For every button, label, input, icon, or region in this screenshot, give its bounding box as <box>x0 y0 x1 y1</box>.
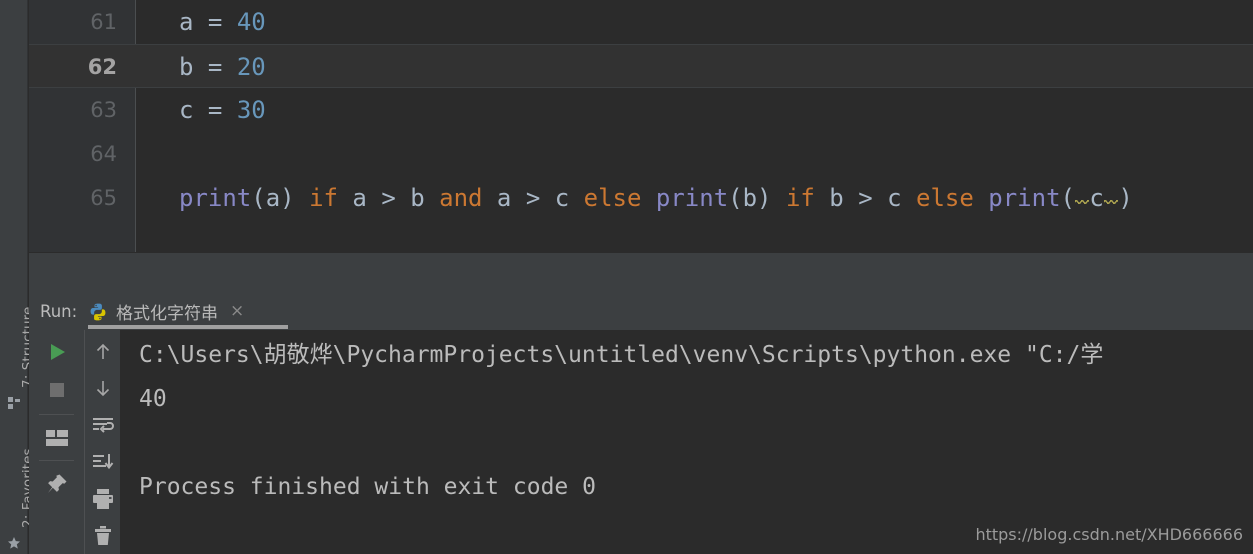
code-token: ( <box>251 184 266 212</box>
stop-icon <box>49 383 64 397</box>
code-token: print <box>988 184 1061 212</box>
star-icon <box>8 537 20 549</box>
layout-icon <box>45 430 68 446</box>
run-toolbar-primary <box>29 330 84 554</box>
code-token: b > c <box>814 184 917 212</box>
code-token: a > c <box>482 184 584 212</box>
code-token: print <box>179 184 252 212</box>
line-code: b = 20 <box>179 45 266 89</box>
up-the-stack-trace-button[interactable] <box>85 334 121 370</box>
run-tab-title: 格式化字符串 <box>116 304 218 324</box>
rerun-button[interactable] <box>29 334 84 370</box>
toolbar-separator <box>39 414 74 415</box>
code-token: ( <box>1060 184 1075 212</box>
code-token: b <box>742 184 758 212</box>
code-token: a <box>179 8 194 36</box>
inspection-warning-squiggle <box>1104 184 1118 212</box>
down-the-stack-trace-button[interactable] <box>85 370 121 406</box>
code-token: a > b <box>337 184 440 212</box>
code-token: = <box>193 53 237 81</box>
code-token: 30 <box>236 96 266 124</box>
arrow-up-icon <box>96 343 110 359</box>
console-line: 40 <box>139 386 167 412</box>
run-tab-active-underline <box>88 325 288 329</box>
code-token: print <box>655 184 729 212</box>
line-number: 64 <box>90 142 117 166</box>
run-toolbar-secondary <box>84 330 120 554</box>
code-token: c <box>1089 184 1104 212</box>
line-code: a = 40 <box>179 0 266 44</box>
run-label: Run: <box>40 302 78 321</box>
watermark-text: https://blog.csdn.net/XHD666666 <box>975 525 1243 544</box>
console-output[interactable]: C:\Users\胡敬烨\PycharmProjects\untitled\ve… <box>120 330 1253 554</box>
code-token: else <box>583 184 642 212</box>
printer-icon <box>93 489 113 509</box>
close-icon[interactable]: × <box>226 303 244 320</box>
run-tool-window-header: Run: 格式化字符串 × <box>29 293 1253 330</box>
soft-wrap-icon <box>93 418 114 433</box>
code-token: ( <box>728 184 743 212</box>
play-icon <box>50 344 65 360</box>
scroll-to-end-button[interactable] <box>85 444 121 480</box>
pycharm-window: 7: Structure 2: Favorites 61 a = 40 62 b = … <box>0 0 1253 554</box>
layout-button[interactable] <box>29 420 84 456</box>
code-token: if <box>309 184 338 212</box>
python-icon <box>90 303 106 320</box>
line-number: 61 <box>90 10 117 34</box>
clear-all-button[interactable] <box>85 518 121 554</box>
arrow-down-icon <box>96 381 110 397</box>
toolbar-separator <box>39 460 74 461</box>
code-token: ) <box>280 184 310 212</box>
code-token: = <box>193 96 237 124</box>
line-number: 62 <box>87 55 117 79</box>
code-editor[interactable]: 61 a = 40 62 b = 20 63 c = 30 64 65 print(a) if … <box>29 0 1253 252</box>
line-code: c = 30 <box>179 88 266 132</box>
editor-lines: 61 a = 40 62 b = 20 63 c = 30 64 65 print(a) if … <box>29 0 1253 252</box>
code-token: and <box>439 184 483 212</box>
code-token: 20 <box>236 53 266 81</box>
editor-console-divider[interactable] <box>29 252 1253 293</box>
editor-line[interactable]: 63 c = 30 <box>29 88 1253 132</box>
line-code: print(a) if a > b and a > c else print(b… <box>179 176 1133 220</box>
stop-button[interactable] <box>29 372 84 408</box>
line-number: 63 <box>90 98 117 122</box>
console-line: C:\Users\胡敬烨\PycharmProjects\untitled\ve… <box>139 342 1104 368</box>
editor-line[interactable]: 64 <box>29 132 1253 176</box>
code-token: ) <box>1118 184 1133 212</box>
editor-line[interactable]: 65 print(a) if a > b and a > c else print… <box>29 176 1253 220</box>
trash-icon <box>95 526 111 545</box>
pin-icon <box>47 474 66 493</box>
run-configuration-tab[interactable]: 格式化字符串 × <box>88 295 244 328</box>
scroll-to-end-icon <box>93 454 114 470</box>
code-token: 40 <box>236 8 266 36</box>
editor-line[interactable]: 62 b = 20 <box>29 44 1253 88</box>
code-token: = <box>193 8 237 36</box>
code-token: c <box>179 96 194 124</box>
code-token: b <box>179 53 194 81</box>
code-token: ) <box>757 184 786 212</box>
pin-tab-button[interactable] <box>29 466 84 502</box>
code-token: else <box>916 184 974 212</box>
console-line: Process finished with exit code 0 <box>139 474 596 500</box>
code-token: a <box>265 184 281 212</box>
print-button[interactable] <box>85 481 121 517</box>
structure-icon <box>8 397 20 409</box>
run-tool-window: Run: 格式化字符串 × C:\Users\胡敬烨\PycharmProjec… <box>29 293 1253 554</box>
inspection-warning-squiggle <box>1075 184 1089 212</box>
code-token: if <box>785 184 815 212</box>
left-tool-window-bar: 7: Structure 2: Favorites <box>0 0 36 554</box>
editor-line[interactable]: 61 a = 40 <box>29 0 1253 44</box>
soft-wrap-button[interactable] <box>85 407 121 443</box>
line-number: 65 <box>90 186 117 210</box>
